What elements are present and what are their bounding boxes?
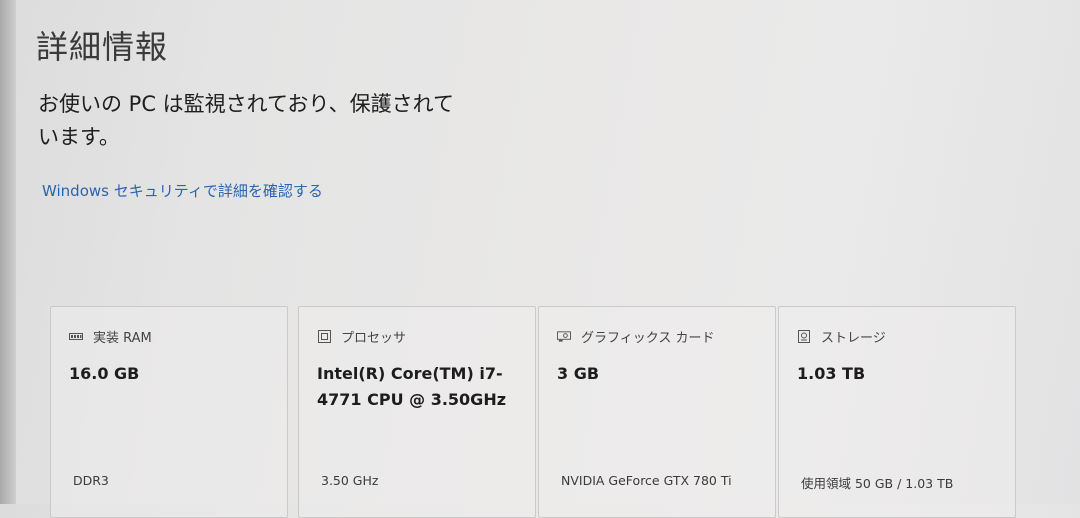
spec-label: プロセッサ [341,331,407,346]
spec-label: グラフィックス カード [581,331,715,346]
page-title: 詳細情報 [36,28,169,66]
window-left-edge [0,0,16,504]
spec-label: ストレージ [821,331,886,346]
spec-value: 3 GB [557,364,600,383]
processor-icon [317,330,331,343]
spec-card-graphics: グラフィックス カード 3 GB NVIDIA GeForce GTX 780 … [538,306,776,518]
spec-detail: DDR3 [73,473,109,488]
spec-label: 実装 RAM [93,331,152,346]
spec-detail: 使用領域 50 GB / 1.03 TB [801,476,954,491]
spec-detail: 3.50 GHz [321,473,379,488]
spec-card-storage: ストレージ 1.03 TB 使用領域 50 GB / 1.03 TB [778,306,1016,518]
protection-status-text: お使いの PC は監視されており、保護されています。 [38,92,454,149]
memory-icon [69,331,83,343]
spec-card-ram: 実装 RAM 16.0 GB DDR3 [50,306,288,518]
spec-card-header: プロセッサ [317,327,406,346]
spec-value: Intel(R) Core(TM) i7-4771 CPU @ 3.50GHz [317,364,507,409]
spec-card-processor: プロセッサ Intel(R) Core(TM) i7-4771 CPU @ 3.… [298,306,536,518]
spec-value: 1.03 TB [797,364,866,383]
spec-card-header: ストレージ [797,327,886,346]
graphics-card-icon [557,331,571,343]
storage-icon [797,330,811,343]
windows-security-link[interactable]: Windows セキュリティで詳細を確認する [42,180,323,201]
spec-card-header: グラフィックス カード [557,327,714,346]
spec-value: 16.0 GB [69,364,140,383]
spec-detail: NVIDIA GeForce GTX 780 Ti [561,473,732,488]
spec-card-header: 実装 RAM [69,327,152,346]
